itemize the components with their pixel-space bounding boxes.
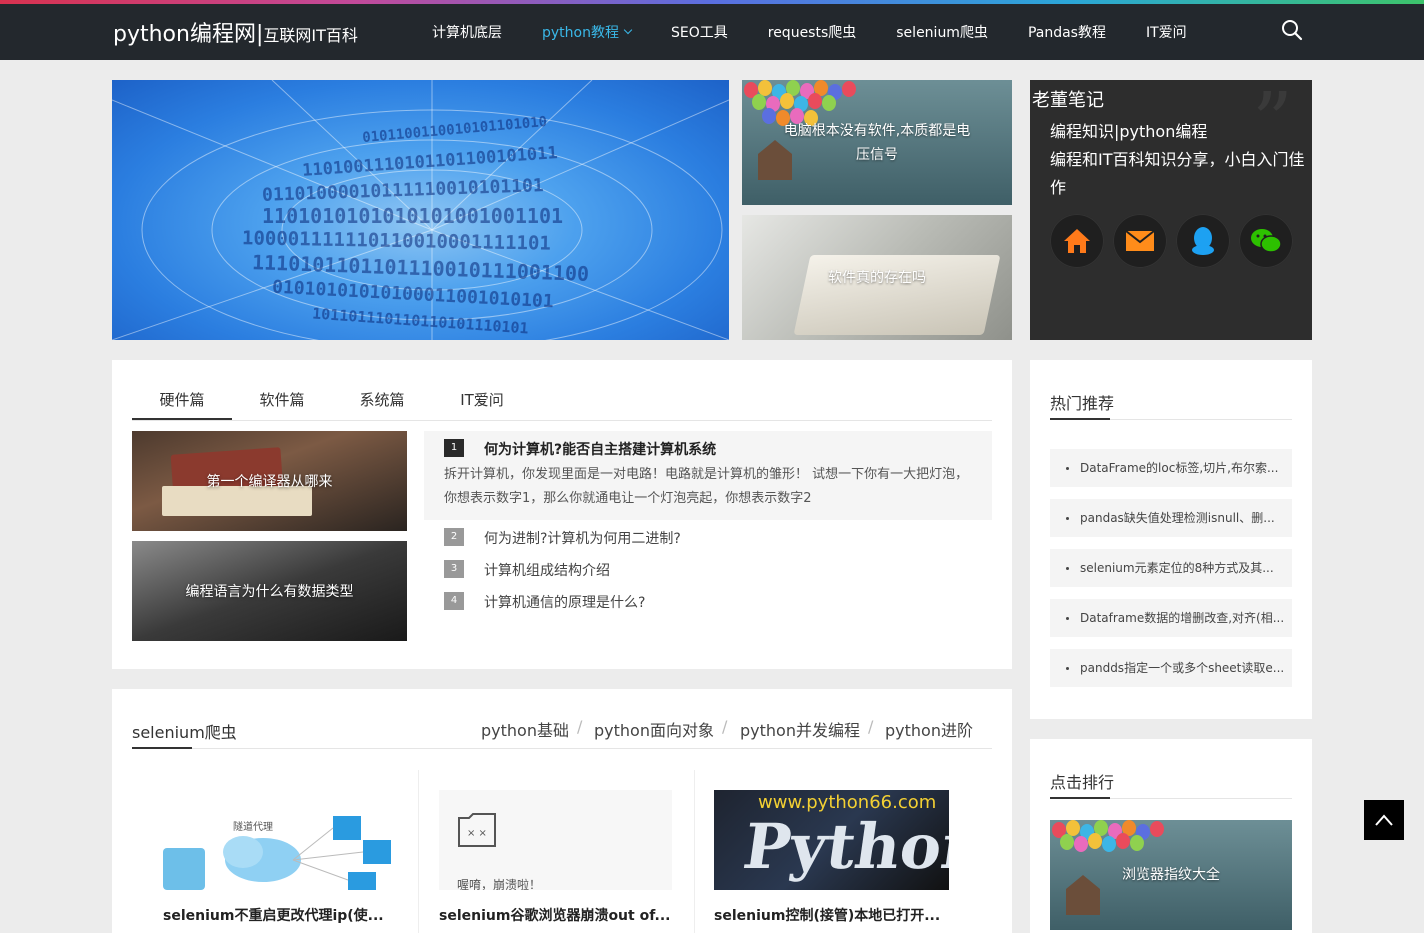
featured-article-desc: 拆开计算机，你发现里面是一对电路！电路就是计算机的雏形！ 试想一下你有一大把灯泡… <box>444 467 969 506</box>
post-image-label: 喔唷，崩溃啦！ <box>457 878 542 890</box>
tab-software[interactable]: 软件篇 <box>232 380 332 420</box>
qq-icon[interactable] <box>1176 214 1230 268</box>
article-rank-number: 3 <box>444 560 464 578</box>
profile-subtitle: 编程知识|python编程 <box>1050 122 1208 141</box>
title-underline <box>132 747 192 749</box>
chevron-up-icon <box>1375 814 1393 826</box>
search-icon[interactable] <box>1281 19 1303 41</box>
post-title[interactable]: selenium谷歌浏览器崩溃out of... <box>439 905 671 925</box>
hot-item[interactable]: selenium元素定位的8种方式及其... <box>1050 549 1292 587</box>
profile-description: 编程和IT百科知识分享，小白入门佳作 <box>1050 150 1305 197</box>
side-thumb-title: 电脑根本没有软件,本质都是电压信号 <box>783 122 971 163</box>
logo-sub: 互联网IT百科 <box>263 26 358 45</box>
hot-item[interactable]: DataFrame的loc标签,切片,布尔索... <box>1050 449 1292 487</box>
article-rank-number: 1 <box>444 439 464 457</box>
tab-it-ask[interactable]: IT爱问 <box>432 380 532 420</box>
title-underline <box>1050 797 1110 799</box>
site-logo[interactable]: python编程网|互联网IT百科 <box>113 16 358 48</box>
article-list-item[interactable]: 计算机通信的原理是什么? <box>484 592 645 612</box>
tab-separator: / <box>722 717 728 736</box>
article-rank-number: 4 <box>444 592 464 610</box>
tab-separator: / <box>577 717 583 736</box>
rank-thumb-1[interactable]: 浏览器指纹大全 <box>1050 820 1292 930</box>
home-icon[interactable] <box>1050 214 1104 268</box>
post-title[interactable]: selenium不重启更改代理ip(使... <box>163 905 384 925</box>
hot-item[interactable]: Dataframe数据的增删改查,对齐(相... <box>1050 599 1292 637</box>
post-image-word: Python <box>738 810 949 883</box>
logo-main: python编程网 <box>113 22 256 47</box>
column-divider <box>694 770 695 933</box>
nav-item-requests[interactable]: requests爬虫 <box>768 22 857 42</box>
nav-item-label: python教程 <box>542 25 619 41</box>
nav-item-computer-basics[interactable]: 计算机底层 <box>432 22 502 42</box>
section-title: 热门推荐 <box>1050 394 1115 413</box>
hot-item[interactable]: pandds指定一个或多个sheet读取e... <box>1050 649 1292 687</box>
profile-name: 老董笔记 <box>1032 90 1104 111</box>
mail-icon[interactable] <box>1113 214 1167 268</box>
nav-item-seo-tools[interactable]: SEO工具 <box>671 22 728 42</box>
nav-item-selenium[interactable]: selenium爬虫 <box>896 22 988 42</box>
tab-python-advanced[interactable]: python进阶 <box>885 717 973 741</box>
section-title[interactable]: selenium爬虫 <box>132 719 237 743</box>
nav-item-python-tutorial[interactable]: python教程 <box>542 22 633 42</box>
featured-article[interactable]: 1 何为计算机?能否自主搭建计算机系统 拆开计算机，你发现里面是一对电路！电路就… <box>424 431 992 520</box>
column-divider <box>418 770 419 933</box>
divider <box>132 748 992 749</box>
title-underline <box>1050 418 1110 420</box>
site-header: python编程网|互联网IT百科 计算机底层 python教程 SEO工具 r… <box>0 4 1424 60</box>
binary-line: 1101010101010101001001101 <box>262 204 564 228</box>
nav-item-pandas[interactable]: Pandas教程 <box>1028 22 1106 42</box>
side-thumb-1[interactable]: 电脑根本没有软件,本质都是电压信号 <box>742 80 1012 205</box>
house-graphic <box>1066 875 1100 915</box>
article-rank-number: 2 <box>444 528 464 546</box>
hot-item[interactable]: pandas缺失值处理检测isnull、删... <box>1050 499 1292 537</box>
tab-python-oop[interactable]: python面向对象 <box>594 717 714 741</box>
post-title[interactable]: selenium控制(接管)本地已打开... <box>714 905 940 925</box>
post-image-2[interactable]: × × 喔唷，崩溃啦！ <box>439 790 672 890</box>
banner-slider[interactable]: 0101100110010101101010 11010011101011011… <box>112 80 729 340</box>
tab-image-title: 编程语言为什么有数据类型 <box>185 584 354 600</box>
tab-python-basics[interactable]: python基础 <box>481 717 569 741</box>
chevron-down-icon <box>623 25 633 35</box>
section-title: 点击排行 <box>1050 773 1115 792</box>
rank-thumb-title: 浏览器指纹大全 <box>1122 867 1220 883</box>
side-thumb-2[interactable]: 软件真的存在吗 <box>742 215 1012 340</box>
category-tabs: 硬件篇 软件篇 系统篇 IT爱问 <box>132 380 992 421</box>
post-image-1[interactable]: 隧道代理 <box>163 790 398 890</box>
tab-image-card-1[interactable]: 第一个编译器从哪来 <box>132 431 407 531</box>
featured-article-title[interactable]: 何为计算机?能否自主搭建计算机系统 <box>484 439 716 459</box>
side-thumb-title: 软件真的存在吗 <box>828 269 926 286</box>
wechat-icon[interactable] <box>1239 214 1293 268</box>
post-image-3[interactable]: www.python66.com Python <box>714 790 949 890</box>
sad-file-icon: × × <box>458 813 496 847</box>
author-profile: ” 老董笔记 编程知识|python编程 编程和IT百科知识分享，小白入门佳作 <box>1030 80 1312 340</box>
svg-text:× ×: × × <box>467 828 487 839</box>
proxy-network-graphic <box>163 816 391 890</box>
nav-item-it-ask[interactable]: IT爱问 <box>1146 22 1187 42</box>
tab-image-card-2[interactable]: 编程语言为什么有数据类型 <box>132 541 407 641</box>
back-to-top-button[interactable] <box>1364 800 1404 840</box>
article-list-item[interactable]: 何为进制?计算机为何用二进制? <box>484 528 681 548</box>
tab-image-title: 第一个编译器从哪来 <box>206 474 333 490</box>
tab-separator: / <box>868 717 874 736</box>
article-list-item[interactable]: 计算机组成结构介绍 <box>484 560 610 580</box>
main-nav: 计算机底层 python教程 SEO工具 requests爬虫 selenium… <box>432 4 1227 60</box>
tab-system[interactable]: 系统篇 <box>332 380 432 420</box>
tab-python-concurrency[interactable]: python并发编程 <box>740 717 860 741</box>
tab-hardware[interactable]: 硬件篇 <box>132 380 232 420</box>
